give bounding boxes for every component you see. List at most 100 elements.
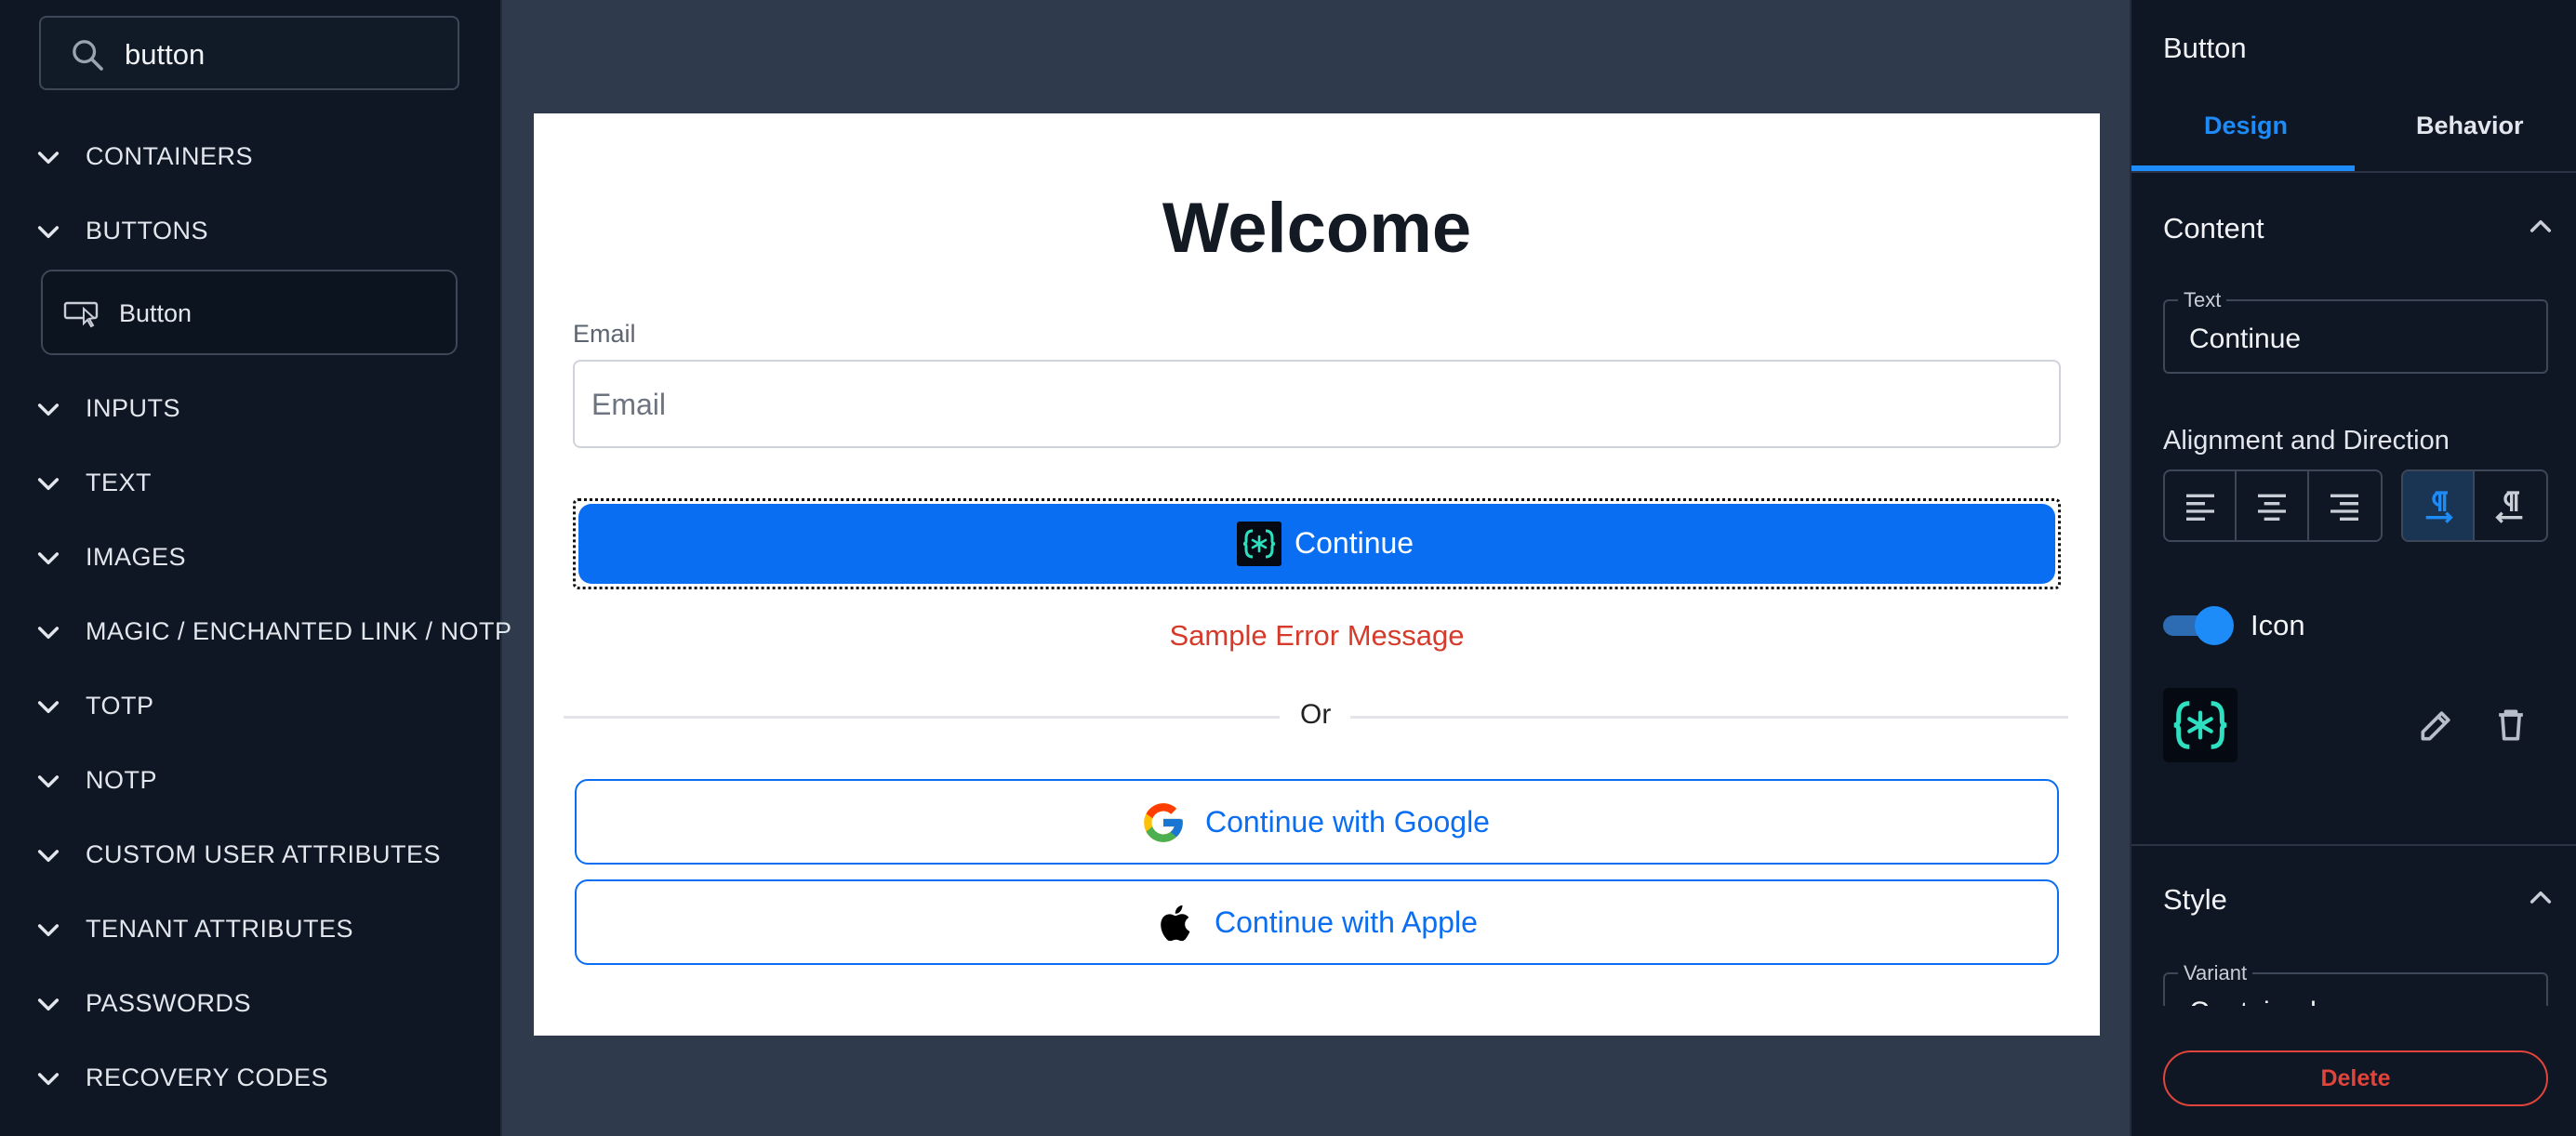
align-center-icon — [2258, 494, 2287, 521]
button-component-icon — [63, 301, 99, 328]
section-divider — [2131, 844, 2576, 846]
chevron-down-icon — [37, 924, 60, 937]
chevron-down-icon — [37, 478, 60, 491]
align-right-icon — [2330, 494, 2358, 521]
google-login-button[interactable]: Continue with Google — [575, 779, 2059, 865]
trash-icon[interactable] — [2490, 705, 2531, 746]
category-label: CONTAINERS — [86, 142, 254, 170]
category-buttons[interactable]: BUTTONS — [0, 204, 502, 259]
category-label: INPUTS — [86, 394, 181, 422]
chevron-down-icon — [37, 552, 60, 565]
apple-icon — [1161, 905, 1190, 942]
ltr-direction-button[interactable] — [2403, 471, 2476, 540]
divider-line-left — [564, 716, 1280, 719]
error-message[interactable]: Sample Error Message — [534, 619, 2100, 653]
search-value[interactable]: button — [125, 38, 205, 72]
ltr-direction-icon — [2425, 491, 2453, 523]
category-label: CUSTOM USER ATTRIBUTES — [86, 840, 442, 868]
toggle-knob — [2195, 606, 2234, 645]
icon-preview[interactable] — [2163, 688, 2237, 762]
content-section-title[interactable]: Content — [2163, 212, 2264, 245]
chevron-down-icon — [37, 1073, 60, 1086]
apple-button-label: Continue with Apple — [1215, 905, 1478, 939]
category-images[interactable]: IMAGES — [0, 530, 502, 586]
category-label: TOTP — [86, 692, 154, 720]
category-label: TENANT ATTRIBUTES — [86, 915, 354, 943]
category-tenant-attributes[interactable]: TENANT ATTRIBUTES — [0, 902, 502, 958]
continue-button[interactable]: Continue — [573, 498, 2061, 589]
variant-field[interactable]: Variant Contained — [2163, 961, 2548, 1006]
screen-canvas[interactable]: Welcome Email Email Continue Sample Erro… — [534, 113, 2100, 1036]
category-label: TEXT — [86, 469, 153, 496]
chevron-down-icon — [37, 403, 60, 416]
text-field-label: Text — [2178, 288, 2227, 312]
properties-panel: Button Design Behavior Content Text Cont… — [2130, 0, 2576, 1136]
category-notp[interactable]: NOTP — [0, 753, 502, 809]
tab-design[interactable]: Design — [2204, 112, 2288, 140]
category-containers[interactable]: CONTAINERS — [0, 129, 502, 185]
category-recovery-codes[interactable]: RECOVERY CODES — [0, 1050, 502, 1106]
align-center-button[interactable] — [2237, 471, 2309, 540]
chevron-down-icon — [37, 775, 60, 788]
text-field-value[interactable]: Continue — [2189, 324, 2301, 355]
category-custom-user-attributes[interactable]: CUSTOM USER ATTRIBUTES — [0, 827, 502, 883]
icon-toggle-label: Icon — [2251, 609, 2305, 641]
text-direction-group — [2401, 469, 2548, 542]
text-field[interactable]: Text Continue — [2163, 288, 2548, 374]
rtl-direction-icon — [2495, 491, 2523, 523]
variant-field-clip: Variant Contained — [2131, 958, 2576, 1006]
component-item-button[interactable]: Button — [41, 270, 458, 355]
panel-title: Button — [2163, 32, 2247, 64]
category-label: BUTTONS — [86, 217, 209, 244]
google-icon — [1144, 803, 1183, 842]
category-totp[interactable]: TOTP — [0, 679, 502, 734]
variant-field-value[interactable]: Contained — [2189, 997, 2317, 1006]
edit-icon[interactable] — [2416, 705, 2457, 746]
component-sidebar: button CONTAINERS BUTTONS Button INPUTS … — [0, 0, 511, 1136]
continue-button-body[interactable]: Continue — [578, 504, 2055, 584]
align-left-button[interactable] — [2165, 471, 2237, 540]
google-button-label: Continue with Google — [1205, 805, 1490, 839]
continue-button-label: Continue — [1295, 526, 1414, 560]
category-inputs[interactable]: INPUTS — [0, 381, 502, 437]
category-label: RECOVERY CODES — [86, 1063, 329, 1091]
component-item-label: Button — [119, 299, 193, 327]
category-text[interactable]: TEXT — [0, 456, 502, 511]
chevron-down-icon — [37, 627, 60, 640]
category-label: PASSWORDS — [86, 989, 252, 1017]
style-section-title[interactable]: Style — [2163, 883, 2227, 917]
category-label: MAGIC / ENCHANTED LINK / NOTP — [86, 617, 512, 645]
chevron-down-icon — [37, 226, 60, 239]
chevron-up-icon[interactable] — [2526, 883, 2556, 913]
chevron-down-icon — [37, 850, 60, 863]
delete-button-label: Delete — [2320, 1065, 2391, 1091]
tab-divider — [2131, 171, 2576, 173]
variant-field-label: Variant — [2178, 961, 2253, 985]
chevron-down-icon — [37, 701, 60, 714]
text-align-group — [2163, 469, 2383, 542]
chevron-down-icon — [37, 998, 60, 1011]
brand-logo-icon — [1237, 522, 1281, 566]
email-field[interactable]: Email — [573, 360, 2061, 448]
align-right-button[interactable] — [2309, 471, 2381, 540]
align-left-icon — [2186, 494, 2214, 521]
category-label: IMAGES — [86, 543, 187, 571]
search-icon — [73, 40, 103, 71]
apple-login-button[interactable]: Continue with Apple — [575, 879, 2059, 965]
page-title[interactable]: Welcome — [534, 188, 2100, 269]
alignment-label: Alignment and Direction — [2163, 426, 2450, 456]
search-input[interactable]: button — [39, 16, 459, 90]
rtl-direction-button[interactable] — [2475, 471, 2546, 540]
icon-toggle[interactable] — [2163, 606, 2234, 645]
category-passwords[interactable]: PASSWORDS — [0, 976, 502, 1032]
chevron-up-icon[interactable] — [2526, 212, 2556, 242]
delete-button[interactable]: Delete — [2163, 1050, 2548, 1106]
chevron-down-icon — [37, 152, 60, 165]
email-label[interactable]: Email — [573, 320, 636, 349]
divider-line-right — [1350, 716, 2068, 719]
category-label: NOTP — [86, 766, 158, 794]
email-placeholder: Email — [591, 388, 667, 421]
tab-behavior[interactable]: Behavior — [2416, 112, 2524, 140]
divider-text[interactable]: Or — [1300, 699, 1331, 731]
category-magic-link[interactable]: MAGIC / ENCHANTED LINK / NOTP — [0, 604, 511, 660]
